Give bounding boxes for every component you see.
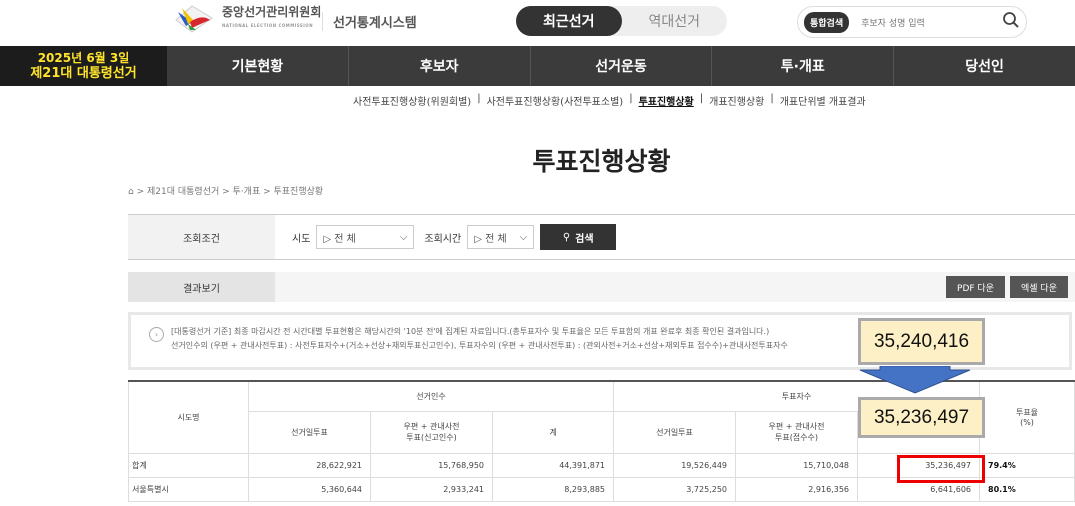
subnav-early-by-committee[interactable]: 사전투표진행상황(위원회별) xyxy=(353,93,471,108)
nav-voting-counting[interactable]: 투·개표 xyxy=(712,46,895,86)
sido-label: 시도 xyxy=(292,233,311,245)
election-toggle: 최근선거 역대선거 xyxy=(516,6,727,36)
nav-winners[interactable]: 당선인 xyxy=(894,46,1075,86)
col-group-electors: 선거인수 xyxy=(248,380,614,412)
subnav-early-by-station[interactable]: 사전투표진행상황(사전투표소별) xyxy=(487,93,624,108)
cell: 3,725,250 xyxy=(613,476,736,502)
results-bar: 결과보기 PDF 다운 엑셀 다운 xyxy=(128,272,1075,302)
current-election-badge[interactable]: 2025년 6월 3일 제21대 대통령선거 xyxy=(0,46,167,86)
nav-campaign[interactable]: 선거운동 xyxy=(531,46,713,86)
search-conditions: 조회조건 시도 ▷ 전 체 ⌵ 조회시간 ▷ 전 체 ⌵ ⚲ 검색 xyxy=(128,214,1075,260)
search-icon[interactable] xyxy=(1002,11,1020,33)
sub-nav: 사전투표진행상황(위원회별) | 사전투표진행상황(사전투표소별) | 투표진행상황… xyxy=(353,93,866,108)
excel-download-button[interactable]: 엑셀 다운 xyxy=(1010,276,1068,298)
chevron-down-icon: ⌵ xyxy=(399,231,408,243)
arrow-down-icon xyxy=(859,366,971,394)
col-sub: 우편 + 관내사전 투표(신고인수) xyxy=(370,410,493,454)
divider: | xyxy=(477,93,481,104)
cell: 서울특별시 xyxy=(128,476,249,502)
cell: 80.1% xyxy=(979,476,1075,502)
col-sub: 선거일투표 xyxy=(248,410,371,454)
condition-label: 조회조건 xyxy=(128,215,275,259)
pdf-download-button[interactable]: PDF 다운 xyxy=(946,276,1005,298)
tab-past-elections[interactable]: 역대선거 xyxy=(622,6,728,36)
divider: | xyxy=(770,93,774,104)
cell: 44,391,871 xyxy=(492,452,614,478)
col-sub: 선거일투표 xyxy=(613,410,736,454)
annotation-bottom-value: 35,236,497 xyxy=(858,397,985,438)
cell: 28,622,921 xyxy=(248,452,371,478)
col-sub: 우편 + 관내사전 투표(접수수) xyxy=(735,410,858,454)
logo-bird-icon xyxy=(172,4,214,34)
annotation-top-value: 35,240,416 xyxy=(858,318,985,365)
cell: 15,768,950 xyxy=(370,452,493,478)
main-nav: 2025년 6월 3일 제21대 대통령선거 기본현황 후보자 선거운동 투·개표… xyxy=(0,46,1075,86)
sido-select[interactable]: ▷ 전 체 ⌵ xyxy=(316,225,415,249)
col-turnout: 투표율 (%) xyxy=(979,380,1075,454)
chevron-right-circle-icon: › xyxy=(149,327,164,342)
search-icon: ⚲ xyxy=(562,231,571,243)
divider: | xyxy=(699,93,704,104)
results-label: 결과보기 xyxy=(128,272,275,302)
cell: 5,360,644 xyxy=(248,476,371,502)
cell: 2,933,241 xyxy=(370,476,493,502)
cell: 19,526,449 xyxy=(613,452,736,478)
search-box: 통합검색 후보자 성명 입력 xyxy=(797,6,1027,38)
breadcrumb: ⌂ > 제21대 대통령선거 > 투·개표 > 투표진행상황 xyxy=(128,187,324,197)
divider: | xyxy=(629,93,633,104)
nav-basic-status[interactable]: 기본현황 xyxy=(167,46,349,86)
search-button[interactable]: ⚲ 검색 xyxy=(540,224,617,250)
tab-recent-election[interactable]: 최근선거 xyxy=(516,6,622,36)
nec-logo[interactable]: 중앙선거관리위원회 NATIONAL ELECTION COMMISSION xyxy=(172,4,321,34)
system-name: 선거통계시스템 xyxy=(322,12,417,31)
page-title: 투표진행상황 xyxy=(532,147,671,176)
subnav-counting-results[interactable]: 개표단위별 개표결과 xyxy=(780,93,866,108)
subnav-voting-progress[interactable]: 투표진행상황 xyxy=(639,93,694,108)
org-name: 중앙선거관리위원회 NATIONAL ELECTION COMMISSION xyxy=(222,5,322,29)
cell: 2,916,356 xyxy=(735,476,858,502)
search-input[interactable]: 후보자 성명 입력 xyxy=(861,16,1002,29)
col-sub: 계 xyxy=(492,410,614,454)
home-icon[interactable]: ⌂ xyxy=(128,187,134,197)
cell: 79.4% xyxy=(979,452,1075,478)
highlight-box xyxy=(897,455,985,483)
cell: 8,293,885 xyxy=(492,476,614,502)
integrated-search-tag[interactable]: 통합검색 xyxy=(804,11,850,33)
time-select[interactable]: ▷ 전 체 ⌵ xyxy=(467,225,535,249)
chevron-down-icon: ⌵ xyxy=(519,231,528,243)
cell: 15,710,048 xyxy=(735,452,858,478)
nav-candidates[interactable]: 후보자 xyxy=(349,46,531,86)
cell: 합계 xyxy=(128,452,249,478)
col-region: 시도명 xyxy=(128,380,249,454)
time-label: 조회시간 xyxy=(424,233,462,245)
subnav-counting-progress[interactable]: 개표진행상황 xyxy=(709,93,764,108)
